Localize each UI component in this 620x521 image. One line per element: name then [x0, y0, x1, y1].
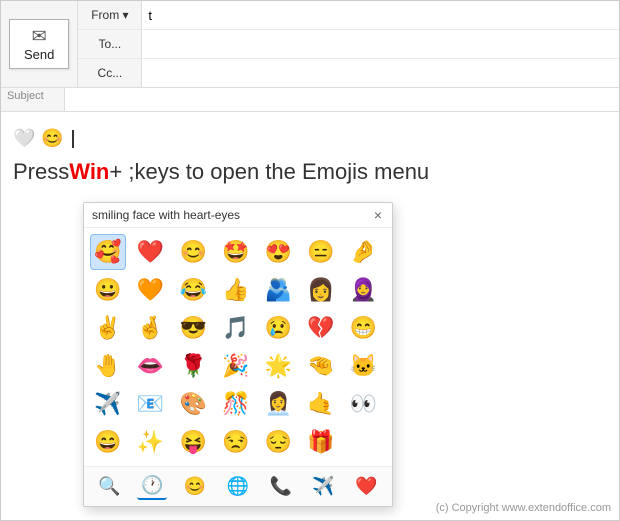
emoji-cell[interactable]: ✨	[133, 424, 169, 460]
send-area: ✉ Send	[1, 1, 78, 87]
footer-icon[interactable]: 😊	[180, 474, 210, 499]
emoji-cell[interactable]: 😔	[260, 424, 296, 460]
emoji-cell[interactable]: 🐱	[345, 348, 381, 384]
emoji-cell[interactable]: 🌹	[175, 348, 211, 384]
emoji-cell[interactable]: 🥰	[90, 234, 126, 270]
emoji-cell[interactable]: 💔	[303, 310, 339, 346]
footer-icon[interactable]: ✈️	[308, 474, 338, 499]
emoji-cell[interactable]: 🎁	[303, 424, 339, 460]
from-input[interactable]	[142, 8, 619, 23]
emoji-cell[interactable]: 🧕	[345, 272, 381, 308]
emoji-icon[interactable]: 😊	[41, 128, 63, 149]
emoji-picker: smiling face with heart-eyes × 🥰❤️😊🤩😍😑🤌😀…	[83, 202, 393, 507]
emoji-cell[interactable]: 📧	[133, 386, 169, 422]
emoji-cell[interactable]: 😍	[260, 234, 296, 270]
emoji-cell[interactable]: 🤌	[345, 234, 381, 270]
emoji-cell[interactable]: 😑	[303, 234, 339, 270]
win-key: Win	[69, 159, 109, 185]
emoji-cell[interactable]: 😄	[90, 424, 126, 460]
instruction-suffix: keys to open the Emojis menu	[134, 159, 429, 185]
cc-input[interactable]	[142, 66, 619, 81]
emoji-cell[interactable]: 👀	[345, 386, 381, 422]
instruction-prefix: Press	[13, 159, 69, 185]
emoji-cell[interactable]: 😊	[175, 234, 211, 270]
emoji-cell[interactable]: 😒	[218, 424, 254, 460]
email-header: ✉ Send From ▾ To... Cc...	[1, 1, 619, 88]
emoji-cell[interactable]: 👩	[303, 272, 339, 308]
emoji-cell[interactable]: 🤙	[303, 386, 339, 422]
subject-input[interactable]	[65, 88, 619, 111]
footer-icon[interactable]: 🕐	[137, 473, 167, 500]
send-icon: ✉	[32, 26, 47, 47]
emoji-cell[interactable]: 😎	[175, 310, 211, 346]
cc-row: Cc...	[78, 59, 619, 87]
emoji-cell[interactable]: 🤞	[133, 310, 169, 346]
body-toolbar: 🤍 😊	[13, 128, 607, 149]
emoji-picker-header: smiling face with heart-eyes ×	[84, 203, 392, 228]
emoji-cell[interactable]: ❤️	[133, 234, 169, 270]
footer-icon[interactable]: 🔍	[94, 474, 124, 499]
cc-button[interactable]: Cc...	[78, 59, 142, 87]
emoji-picker-close-button[interactable]: ×	[372, 207, 384, 223]
emoji-cell[interactable]: 🎵	[218, 310, 254, 346]
from-row: From ▾	[78, 1, 619, 30]
from-button[interactable]: From ▾	[78, 1, 142, 29]
to-input[interactable]	[142, 37, 619, 52]
emoji-cell[interactable]: 👩‍💼	[260, 386, 296, 422]
subject-label: Subject	[1, 88, 65, 111]
send-label: Send	[24, 47, 54, 62]
emoji-tooltip: smiling face with heart-eyes	[92, 208, 240, 222]
instruction-text: Press Win + ; keys to open the Emojis me…	[13, 159, 607, 185]
emoji-cell[interactable]: 😂	[175, 272, 211, 308]
instruction-plus: + ;	[109, 159, 134, 185]
emoji-cell[interactable]: 😢	[260, 310, 296, 346]
emoji-cell[interactable]: ✈️	[90, 386, 126, 422]
emoji-cell[interactable]: 🎉	[218, 348, 254, 384]
emoji-cell[interactable]: 😁	[345, 310, 381, 346]
email-body[interactable]: 🤍 😊 Press Win + ; keys to open the Emoji…	[1, 112, 619, 520]
footer-icon[interactable]: 📞	[266, 474, 296, 499]
emoji-cell[interactable]: 🫂	[260, 272, 296, 308]
emoji-cell[interactable]: ✌️	[90, 310, 126, 346]
copyright: (c) Copyright www.extendoffice.com	[436, 502, 611, 514]
email-window: ✉ Send From ▾ To... Cc...	[0, 0, 620, 521]
text-cursor	[72, 130, 74, 148]
footer-icon[interactable]: 🌐	[223, 474, 253, 499]
emoji-cell[interactable]: 🧡	[133, 272, 169, 308]
emoji-cell[interactable]: 🎊	[218, 386, 254, 422]
emoji-cell[interactable]: 😀	[90, 272, 126, 308]
emoji-cell[interactable]: 🎨	[175, 386, 211, 422]
subject-section: Subject	[1, 88, 619, 112]
emoji-cell[interactable]: 👄	[133, 348, 169, 384]
to-row: To...	[78, 30, 619, 59]
emoji-cell[interactable]: 👍	[218, 272, 254, 308]
send-button[interactable]: ✉ Send	[9, 19, 69, 69]
emoji-picker-footer: 🔍 🕐 😊 🌐 📞 ✈️ ❤️	[84, 466, 392, 506]
emoji-cell[interactable]: 😝	[175, 424, 211, 460]
fields-area: From ▾ To... Cc...	[78, 1, 619, 87]
emoji-cell[interactable]: 🌟	[260, 348, 296, 384]
to-button[interactable]: To...	[78, 30, 142, 58]
emoji-cell[interactable]: 🤏	[303, 348, 339, 384]
heart-icon[interactable]: 🤍	[13, 128, 35, 149]
emoji-cell[interactable]: 🤩	[218, 234, 254, 270]
emoji-grid: 🥰❤️😊🤩😍😑🤌 😀🧡😂👍🫂👩🧕 ✌️🤞😎🎵😢💔😁 🤚👄🌹🎉🌟🤏🐱 ✈️📧🎨🎊👩‍💼🤙👀…	[84, 228, 392, 466]
emoji-cell[interactable]: 🤚	[90, 348, 126, 384]
footer-icon[interactable]: ❤️	[351, 474, 381, 499]
